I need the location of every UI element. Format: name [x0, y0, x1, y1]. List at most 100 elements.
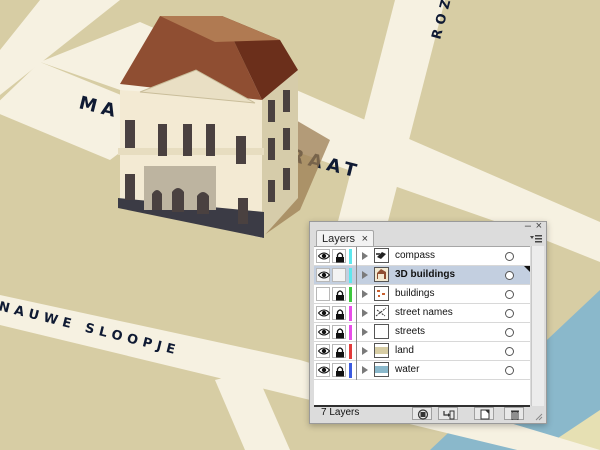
- visibility-toggle[interactable]: [316, 287, 330, 301]
- clipping-mask-icon: [417, 409, 429, 420]
- layer-thumbnail: [374, 324, 389, 339]
- layer-row-compass[interactable]: compass: [314, 247, 530, 266]
- new-layer-icon: [480, 409, 490, 420]
- layer-row-street-names[interactable]: street names: [314, 304, 530, 323]
- panel-footer: 7 Layers: [314, 406, 544, 422]
- expand-triangle-icon[interactable]: [362, 252, 368, 260]
- layer-name[interactable]: compass: [395, 250, 435, 262]
- layer-row-water[interactable]: water: [314, 361, 530, 380]
- layer-color-swatch: [349, 287, 352, 302]
- sublayer-icon: [443, 410, 455, 420]
- row-divider: [356, 342, 357, 361]
- building-side-window: [268, 138, 275, 160]
- trash-icon: [511, 410, 519, 420]
- layer-name[interactable]: 3D buildings: [395, 269, 455, 281]
- building-window: [183, 124, 192, 156]
- layer-thumbnail: [374, 343, 389, 358]
- lock-toggle[interactable]: [332, 325, 346, 339]
- tab-close-icon[interactable]: ×: [362, 231, 368, 247]
- resize-grip-icon[interactable]: [535, 413, 543, 421]
- building-window: [236, 136, 246, 164]
- target-circle-icon[interactable]: [505, 309, 514, 318]
- target-circle-icon[interactable]: [505, 290, 514, 299]
- target-circle-icon[interactable]: [505, 366, 514, 375]
- panel-menu-icon[interactable]: [530, 234, 542, 244]
- building-window: [125, 174, 135, 200]
- row-divider: [356, 266, 357, 285]
- row-divider: [356, 323, 357, 342]
- building-side-window: [283, 128, 290, 150]
- layer-list-scrollbar[interactable]: [531, 246, 544, 406]
- building-window: [125, 120, 135, 148]
- visibility-toggle[interactable]: [316, 325, 330, 339]
- layer-row-land[interactable]: land: [314, 342, 530, 361]
- tab-layers-label: Layers: [322, 233, 356, 245]
- building-arch-door: [172, 188, 184, 212]
- building-window: [206, 124, 215, 156]
- lock-toggle[interactable]: [332, 344, 346, 358]
- layer-thumbnail: [374, 362, 389, 377]
- layer-color-swatch: [349, 306, 352, 321]
- layer-row-buildings[interactable]: buildings: [314, 285, 530, 304]
- building-window: [158, 124, 167, 156]
- layer-name[interactable]: buildings: [395, 288, 434, 300]
- lock-toggle[interactable]: [332, 363, 346, 377]
- create-sublayer-button[interactable]: [438, 407, 458, 420]
- layer-thumbnail: [374, 267, 389, 282]
- layer-color-swatch: [349, 249, 352, 264]
- expand-triangle-icon[interactable]: [362, 366, 368, 374]
- layer-count-label: 7 Layers: [321, 407, 360, 418]
- make-clipping-mask-button[interactable]: [412, 407, 432, 420]
- layer-thumbnail: [374, 248, 389, 263]
- expand-triangle-icon[interactable]: [362, 309, 368, 317]
- expand-triangle-icon[interactable]: [362, 290, 368, 298]
- selected-art-indicator: [524, 266, 530, 272]
- close-icon[interactable]: ×: [536, 220, 542, 232]
- building-window: [238, 198, 248, 224]
- create-new-layer-button[interactable]: [474, 407, 494, 420]
- visibility-toggle[interactable]: [316, 249, 330, 263]
- building-arch-door: [197, 192, 209, 214]
- layer-color-swatch: [349, 325, 352, 340]
- lock-toggle[interactable]: [332, 306, 346, 320]
- minimize-icon[interactable]: ‒: [525, 220, 531, 232]
- row-divider: [356, 247, 357, 266]
- visibility-toggle[interactable]: [316, 268, 330, 282]
- building-side-window: [283, 90, 290, 112]
- target-circle-icon[interactable]: [505, 252, 514, 261]
- layer-list[interactable]: compass 3D buildings buildings street na…: [314, 246, 530, 407]
- lock-toggle[interactable]: [332, 249, 346, 263]
- layer-thumbnail: [374, 286, 389, 301]
- lock-toggle[interactable]: [332, 287, 346, 301]
- visibility-toggle[interactable]: [316, 363, 330, 377]
- delete-layer-button[interactable]: [504, 407, 524, 420]
- target-circle-icon[interactable]: [505, 328, 514, 337]
- tab-layers[interactable]: Layers ×: [316, 230, 374, 246]
- layer-row-3d-buildings[interactable]: 3D buildings: [314, 266, 530, 285]
- visibility-toggle[interactable]: [316, 344, 330, 358]
- expand-triangle-icon[interactable]: [362, 347, 368, 355]
- layer-row-streets[interactable]: streets: [314, 323, 530, 342]
- layer-color-swatch: [349, 363, 352, 378]
- row-divider: [356, 285, 357, 304]
- visibility-toggle[interactable]: [316, 306, 330, 320]
- layer-color-swatch: [349, 344, 352, 359]
- layer-thumbnail: [374, 305, 389, 320]
- layer-name[interactable]: street names: [395, 307, 453, 319]
- target-circle-icon[interactable]: [505, 347, 514, 356]
- building-side-window: [268, 180, 275, 202]
- expand-triangle-icon[interactable]: [362, 328, 368, 336]
- building-side-window: [283, 168, 290, 190]
- row-divider: [356, 361, 357, 380]
- layers-panel[interactable]: ‒ × Layers × compass 3D buildings buildi…: [309, 220, 547, 424]
- layer-color-swatch: [349, 268, 352, 283]
- expand-triangle-icon[interactable]: [362, 271, 368, 279]
- layer-name[interactable]: land: [395, 345, 414, 357]
- target-circle-icon[interactable]: [505, 271, 514, 280]
- layer-name[interactable]: streets: [395, 326, 425, 338]
- layer-name[interactable]: water: [395, 364, 419, 376]
- lock-toggle[interactable]: [332, 268, 346, 282]
- building-arch-door: [152, 190, 162, 210]
- row-divider: [356, 304, 357, 323]
- building-side-window: [268, 100, 275, 122]
